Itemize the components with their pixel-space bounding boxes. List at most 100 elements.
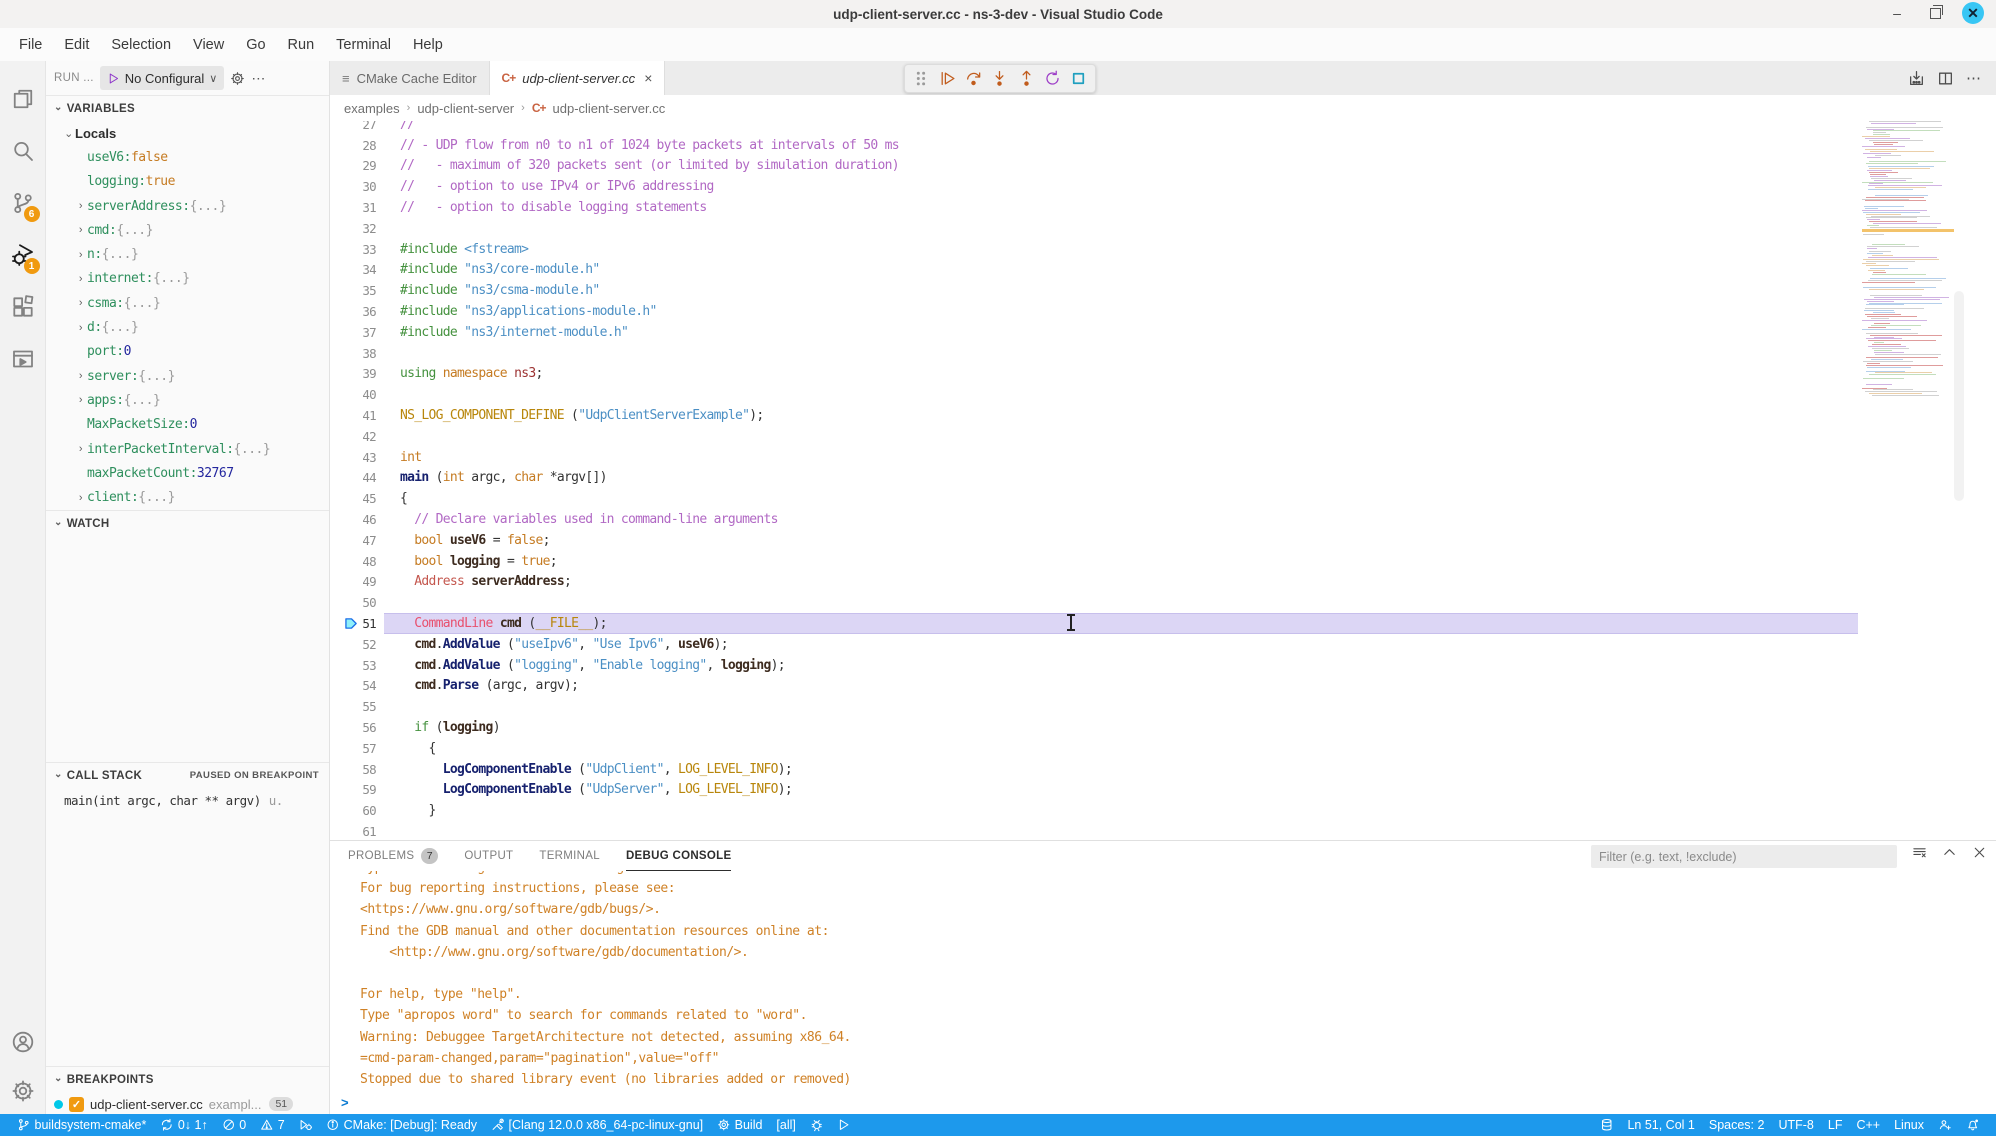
gutter[interactable]: 42 — [330, 429, 384, 444]
status-os[interactable]: Linux — [1887, 1114, 1931, 1136]
maximize-panel-icon[interactable] — [1942, 845, 1957, 860]
gutter[interactable]: 58 — [330, 762, 384, 777]
status-language-mode[interactable]: C++ — [1849, 1114, 1887, 1136]
tab-output[interactable]: OUTPUT — [464, 841, 513, 871]
gutter[interactable]: 27 — [330, 121, 384, 132]
gutter[interactable]: 49 — [330, 574, 384, 589]
status-branch[interactable]: buildsystem-cmake* — [10, 1114, 153, 1136]
gutter[interactable]: 30 — [330, 179, 384, 194]
tab-terminal[interactable]: TERMINAL — [539, 841, 600, 871]
menu-go[interactable]: Go — [235, 33, 276, 57]
more-actions-icon[interactable]: ⋯ — [1966, 69, 1982, 87]
gutter[interactable]: 34 — [330, 262, 384, 277]
menu-run[interactable]: Run — [277, 33, 326, 57]
stack-frame-row[interactable]: main(int argc, char ** argv) u. — [46, 788, 329, 812]
gutter[interactable]: 57 — [330, 741, 384, 756]
breakpoint-checkbox[interactable]: ✓ — [69, 1097, 84, 1112]
gutter[interactable]: 35 — [330, 283, 384, 298]
close-panel-icon[interactable] — [1972, 845, 1987, 860]
status-errors[interactable]: 0 — [215, 1114, 253, 1136]
variable-row-n[interactable]: ›n: {...} — [46, 242, 329, 266]
call-stack-section-header[interactable]: ⌄ CALL STACK PAUSED ON BREAKPOINT — [46, 762, 329, 788]
status-warnings[interactable]: 7 — [253, 1114, 291, 1136]
menu-selection[interactable]: Selection — [100, 33, 182, 57]
close-tab-icon[interactable]: × — [644, 70, 652, 86]
step-over-button[interactable] — [962, 66, 986, 91]
chevron-right-icon[interactable]: › — [74, 273, 87, 285]
step-into-button[interactable] — [988, 66, 1012, 91]
sidebar-item-extensions[interactable] — [0, 281, 46, 333]
variable-row-serverAddress[interactable]: ›serverAddress: {...} — [46, 194, 329, 218]
gutter[interactable]: 41 — [330, 408, 384, 423]
status-debug-target[interactable] — [803, 1114, 831, 1136]
chevron-right-icon[interactable]: › — [74, 492, 87, 504]
sidebar-item-run-and-debug[interactable]: 1 — [0, 229, 46, 281]
minimize-button[interactable]: – — [1886, 2, 1908, 24]
gutter[interactable]: 31 — [330, 200, 384, 215]
variables-section-header[interactable]: ⌄ VARIABLES — [46, 95, 329, 121]
scrollbar[interactable] — [1954, 291, 1964, 501]
menu-help[interactable]: Help — [402, 33, 454, 57]
menu-view[interactable]: View — [182, 33, 235, 57]
sidebar-item-explorer[interactable] — [0, 73, 46, 125]
status-eol[interactable]: LF — [1821, 1114, 1850, 1136]
split-editor-icon[interactable] — [1937, 70, 1954, 87]
variable-row-useV6[interactable]: useV6: false — [46, 145, 329, 169]
gutter[interactable]: 47 — [330, 533, 384, 548]
more-actions-icon[interactable]: ⋯ — [251, 70, 266, 87]
chevron-right-icon[interactable]: › — [74, 224, 87, 236]
debug-config-picker[interactable]: No Configural ∨ — [100, 66, 225, 90]
breakpoints-section-header[interactable]: ⌄ BREAKPOINTS — [46, 1066, 329, 1092]
variable-row-client[interactable]: ›client: {...} — [46, 485, 329, 509]
gutter[interactable]: 54 — [330, 678, 384, 693]
chevron-right-icon[interactable]: › — [74, 200, 87, 212]
breakpoint-row[interactable]: ✓ udp-client-server.cc exampl... 51 — [46, 1092, 329, 1114]
status-feedback[interactable] — [1931, 1114, 1959, 1136]
gutter[interactable]: 50 — [330, 595, 384, 610]
restart-button[interactable] — [1040, 66, 1064, 91]
debug-console-input[interactable]: > — [330, 1090, 1996, 1114]
gutter[interactable]: 28 — [330, 138, 384, 153]
status-notifications[interactable] — [1959, 1114, 1987, 1136]
gutter[interactable]: 29 — [330, 158, 384, 173]
chevron-right-icon[interactable]: › — [74, 394, 87, 406]
sidebar-item-manage[interactable] — [0, 1068, 46, 1114]
minimap[interactable] — [1862, 121, 1954, 399]
gutter[interactable]: 60 — [330, 803, 384, 818]
sidebar-item-search[interactable] — [0, 125, 46, 177]
tab-problems[interactable]: PROBLEMS 7 — [348, 841, 438, 871]
breadcrumb-item[interactable]: examples — [344, 101, 400, 116]
status-build[interactable]: Build — [710, 1114, 769, 1136]
code-editor[interactable]: 27//28// - UDP flow from n0 to n1 of 102… — [330, 121, 1996, 840]
restore-button[interactable] — [1924, 2, 1946, 24]
gutter[interactable]: 38 — [330, 346, 384, 361]
tab-udp-client-server[interactable]: C+ udp-client-server.cc × — [490, 61, 666, 95]
debug-settings-gear-icon[interactable] — [230, 71, 245, 86]
status-encoding[interactable]: UTF-8 — [1771, 1114, 1820, 1136]
tab-cmake-cache-editor[interactable]: ≡ CMake Cache Editor — [330, 61, 490, 95]
status-build-target[interactable]: [all] — [769, 1114, 802, 1136]
status-cmake-debug[interactable] — [292, 1114, 320, 1136]
gutter[interactable]: 43 — [330, 450, 384, 465]
clear-console-icon[interactable] — [1912, 845, 1927, 860]
gutter[interactable]: 53 — [330, 658, 384, 673]
gutter[interactable]: 48 — [330, 554, 384, 569]
menu-edit[interactable]: Edit — [53, 33, 100, 57]
toolbar-drag-handle[interactable] — [909, 66, 933, 91]
variable-row-MaxPacketSize[interactable]: MaxPacketSize: 0 — [46, 413, 329, 437]
variable-row-maxPacketCount[interactable]: maxPacketCount: 32767 — [46, 461, 329, 485]
tab-debug-console[interactable]: DEBUG CONSOLE — [626, 841, 732, 871]
gutter[interactable]: 36 — [330, 304, 384, 319]
step-out-button[interactable] — [1014, 66, 1038, 91]
sidebar-item-source-control[interactable]: 6 — [0, 177, 46, 229]
breadcrumb-item[interactable]: udp-client-server — [417, 101, 514, 116]
variable-row-logging[interactable]: logging: true — [46, 170, 329, 194]
gutter[interactable]: 55 — [330, 699, 384, 714]
status-active-kit[interactable]: [Clang 12.0.0 x86_64-pc-linux-gnu] — [484, 1114, 710, 1136]
status-launch-target[interactable] — [830, 1114, 858, 1136]
variable-row-port[interactable]: port: 0 — [46, 340, 329, 364]
variable-row-interPacketInterval[interactable]: ›interPacketInterval: {...} — [46, 437, 329, 461]
console-filter-input[interactable] — [1591, 845, 1897, 868]
chevron-right-icon[interactable]: › — [74, 297, 87, 309]
gutter[interactable]: 45 — [330, 491, 384, 506]
